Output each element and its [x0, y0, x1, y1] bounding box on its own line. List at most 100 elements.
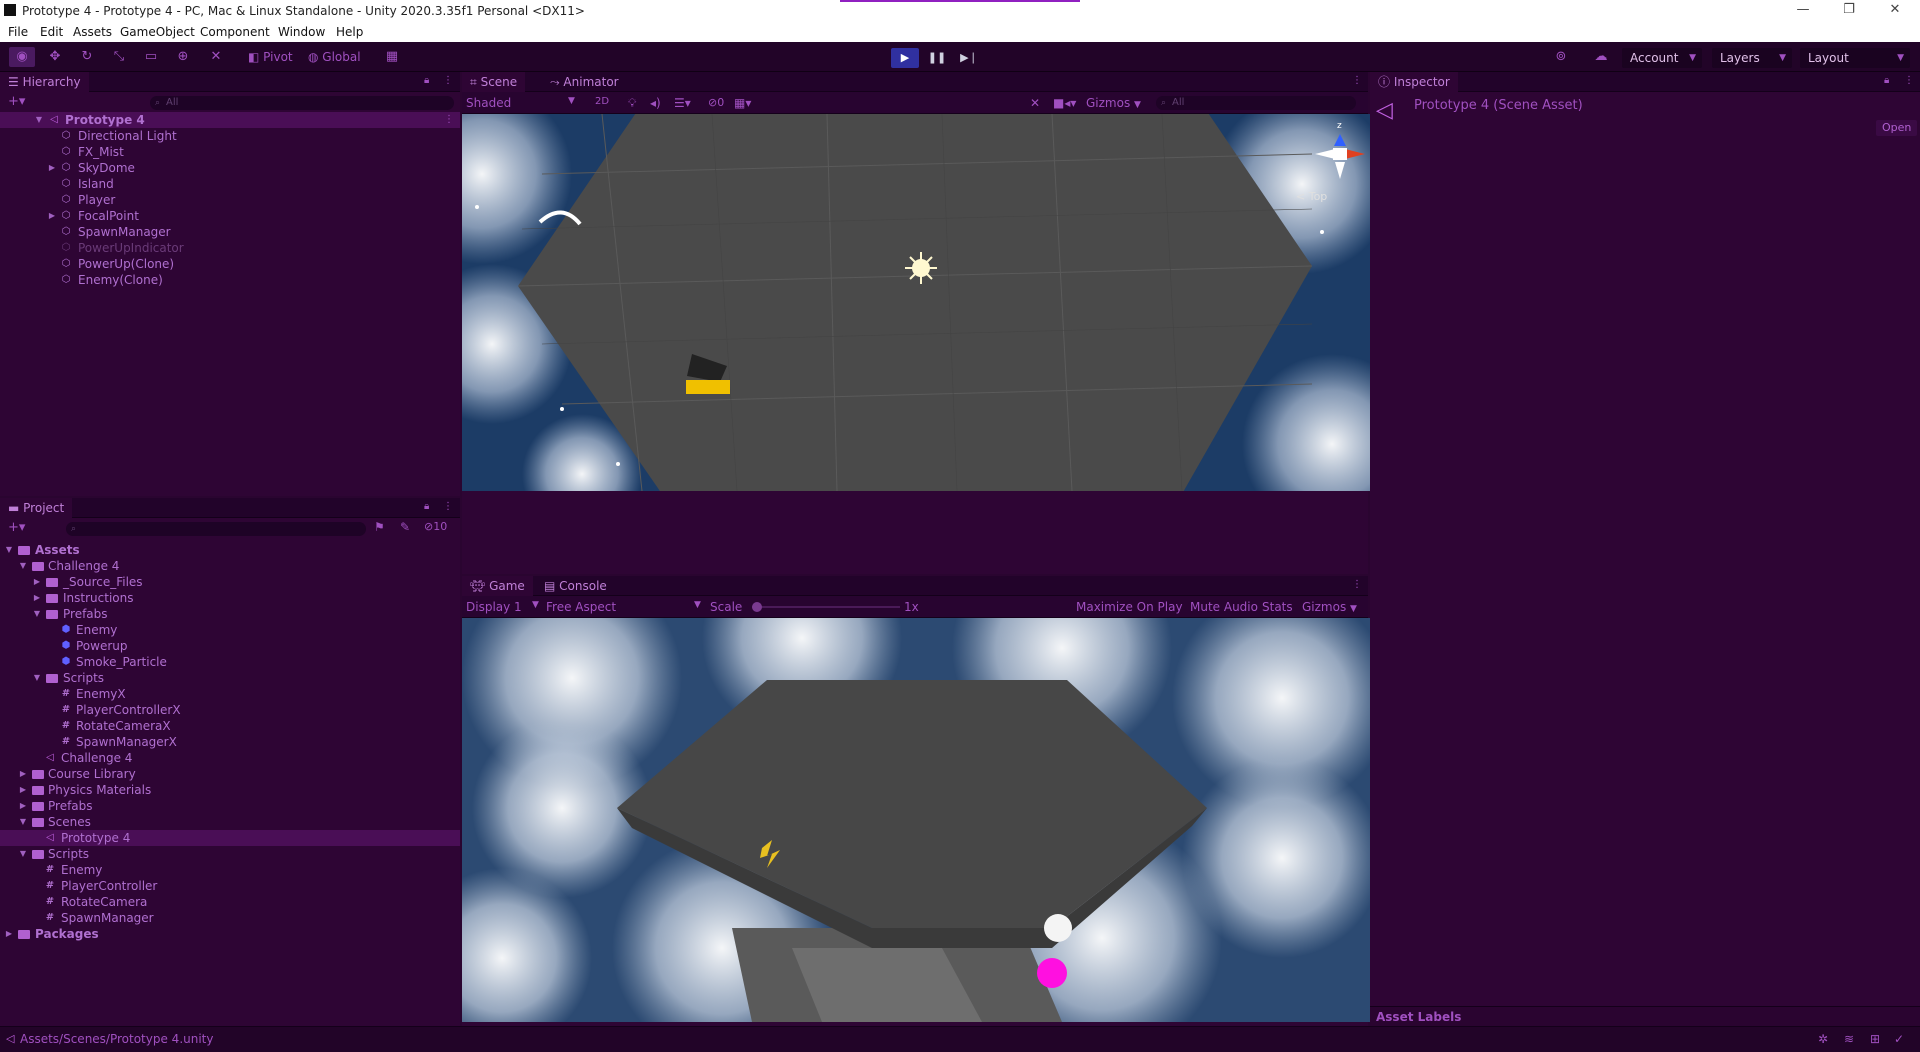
- tools-icon[interactable]: ✕: [1030, 96, 1040, 110]
- lock-icon[interactable]: 🔒︎: [424, 75, 429, 86]
- display-dropdown[interactable]: Display 1 ▼: [466, 600, 539, 614]
- expand-arrow-icon[interactable]: ▶: [32, 574, 42, 590]
- tab-project[interactable]: ▬ Project: [0, 498, 73, 518]
- kebab-menu-icon[interactable]: ⋮: [443, 501, 453, 512]
- expand-arrow-icon[interactable]: ▼: [32, 670, 42, 686]
- project-tree-row[interactable]: ▼ Challenge 4: [0, 558, 460, 574]
- menu-file[interactable]: File: [8, 25, 28, 39]
- tab-game[interactable]: 👾︎ Game: [462, 576, 533, 596]
- menu-window[interactable]: Window: [278, 25, 325, 39]
- restore-icon[interactable]: ❐: [1829, 2, 1869, 20]
- tab-hierarchy[interactable]: ☰ Hierarchy: [0, 72, 89, 92]
- project-tree-row[interactable]: ▼ Scripts: [0, 670, 460, 686]
- kebab-menu-icon[interactable]: ⋮: [443, 75, 453, 86]
- project-tree-row[interactable]: ▶ Packages: [0, 926, 460, 942]
- step-button[interactable]: ▶❘: [955, 48, 983, 68]
- account-dropdown[interactable]: Account ▼: [1622, 48, 1702, 68]
- minimize-icon[interactable]: —: [1783, 2, 1823, 20]
- scene-search-input[interactable]: ⌕ All: [1156, 96, 1356, 110]
- expand-arrow-icon[interactable]: ▼: [18, 846, 28, 862]
- menu-help[interactable]: Help: [336, 25, 363, 39]
- project-tree-row[interactable]: ▶ Instructions: [0, 590, 460, 606]
- scene-viewport[interactable]: z < Top: [462, 114, 1370, 491]
- hierarchy-scene-row[interactable]: ▼ ◁ Prototype 4 ⋮: [0, 112, 460, 128]
- hierarchy-item[interactable]: ⬡ FX_Mist: [0, 144, 460, 160]
- lock-icon[interactable]: 🔒︎: [424, 501, 429, 512]
- scale-slider[interactable]: [752, 602, 900, 612]
- project-tree-row[interactable]: # PlayerControllerX: [0, 702, 460, 718]
- hierarchy-item[interactable]: ▶ ⬡ SkyDome: [0, 160, 460, 176]
- menu-edit[interactable]: Edit: [40, 25, 63, 39]
- project-tree-row[interactable]: ◁ Challenge 4: [0, 750, 460, 766]
- audio-icon[interactable]: ◂): [650, 96, 661, 110]
- project-tree-row[interactable]: ⬢ Powerup: [0, 638, 460, 654]
- project-tree-row[interactable]: # SpawnManagerX: [0, 734, 460, 750]
- menu-assets[interactable]: Assets: [73, 25, 112, 39]
- project-tree-row[interactable]: # RotateCamera: [0, 894, 460, 910]
- expand-arrow-icon[interactable]: ▼: [34, 112, 44, 128]
- game-viewport[interactable]: [462, 618, 1370, 1022]
- camera-icon[interactable]: ■◂▾: [1053, 96, 1076, 110]
- expand-arrow-icon[interactable]: ▼: [32, 606, 42, 622]
- hidden-count-toggle[interactable]: ⊘10: [424, 520, 447, 533]
- rect-tool-icon[interactable]: ▭: [138, 47, 164, 67]
- collab-icon[interactable]: ⊚: [1548, 47, 1574, 67]
- project-tree-row[interactable]: ▼ Scripts: [0, 846, 460, 862]
- project-tree-row[interactable]: ▶ Prefabs: [0, 798, 460, 814]
- hierarchy-item[interactable]: ⬡ PowerUpIndicator: [0, 240, 460, 256]
- expand-arrow-icon[interactable]: ▶: [18, 782, 28, 798]
- lighting-icon[interactable]: 💡︎: [628, 96, 636, 111]
- expand-arrow-icon[interactable]: ▶: [4, 926, 14, 942]
- kebab-menu-icon[interactable]: ⋮: [1352, 75, 1362, 86]
- project-tree-row[interactable]: ▶ Course Library: [0, 766, 460, 782]
- scale-tool-icon[interactable]: ⤡: [106, 47, 132, 67]
- hierarchy-item[interactable]: ⬡ Enemy(Clone): [0, 272, 460, 288]
- create-plus-icon[interactable]: +▾: [8, 520, 25, 535]
- view-gizmo-label[interactable]: < Top: [1296, 190, 1327, 203]
- check-icon[interactable]: ✓: [1894, 1032, 1904, 1046]
- hierarchy-item[interactable]: ⬡ SpawnManager: [0, 224, 460, 240]
- maximize-on-play-toggle[interactable]: Maximize On Play: [1076, 600, 1183, 614]
- close-icon[interactable]: ✕: [1875, 2, 1915, 20]
- project-tree-row[interactable]: ▶ _Source_Files: [0, 574, 460, 590]
- menu-component[interactable]: Component: [200, 25, 270, 39]
- project-tree-row[interactable]: ▼ Scenes: [0, 814, 460, 830]
- kebab-menu-icon[interactable]: ⋮: [1352, 579, 1362, 590]
- expand-arrow-icon[interactable]: ▶: [18, 766, 28, 782]
- aspect-dropdown[interactable]: Free Aspect ▼: [546, 600, 702, 614]
- play-button[interactable]: ▶: [891, 48, 919, 68]
- project-tree-row[interactable]: ▼ Assets: [0, 542, 460, 558]
- hierarchy-item[interactable]: ▶ ⬡ FocalPoint: [0, 208, 460, 224]
- custom-tool-icon[interactable]: ✕: [203, 47, 229, 67]
- hierarchy-item[interactable]: ⬡ Directional Light: [0, 128, 460, 144]
- project-tree-row[interactable]: # EnemyX: [0, 686, 460, 702]
- kebab-menu-icon[interactable]: ⋮: [1904, 75, 1914, 86]
- gizmos-dropdown[interactable]: Gizmos ▼: [1086, 96, 1141, 110]
- hierarchy-item[interactable]: ⬡ Island: [0, 176, 460, 192]
- pause-button[interactable]: ❚❚: [923, 48, 951, 68]
- project-tree-row[interactable]: # SpawnManager: [0, 910, 460, 926]
- project-tree-row[interactable]: ⬢ Smoke_Particle: [0, 654, 460, 670]
- transform-tool-icon[interactable]: ⊕: [170, 47, 196, 67]
- project-tree-row[interactable]: # Enemy: [0, 862, 460, 878]
- global-toggle[interactable]: ◍ Global: [308, 47, 361, 67]
- stats-toggle[interactable]: Stats: [1262, 600, 1293, 614]
- move-tool-icon[interactable]: ✥: [42, 47, 68, 67]
- grid-snap-icon[interactable]: ▦: [379, 47, 405, 67]
- hierarchy-search-input[interactable]: ⌕ All: [150, 96, 454, 110]
- pivot-toggle[interactable]: ◧ Pivot: [248, 47, 293, 67]
- hierarchy-item[interactable]: ⬡ PowerUp(Clone): [0, 256, 460, 272]
- create-plus-icon[interactable]: +▾: [8, 94, 25, 109]
- tab-animator[interactable]: ⤳ Animator: [542, 72, 627, 92]
- layout-dropdown[interactable]: Layout ▼: [1800, 48, 1910, 68]
- project-tree-row[interactable]: ▶ Physics Materials: [0, 782, 460, 798]
- bug-icon[interactable]: ✲: [1818, 1032, 1828, 1046]
- shading-dropdown[interactable]: Shaded ▼: [466, 96, 576, 110]
- project-search-input[interactable]: ⌕: [66, 522, 366, 536]
- hierarchy-item[interactable]: ⬡ Player: [0, 192, 460, 208]
- menu-gameobject[interactable]: GameObject: [120, 25, 195, 39]
- project-tree-row[interactable]: ◁ Prototype 4: [0, 830, 460, 846]
- expand-arrow-icon[interactable]: ▼: [4, 542, 14, 558]
- progress-icon[interactable]: ⊞: [1870, 1032, 1880, 1046]
- scale-slider-thumb[interactable]: [752, 602, 762, 612]
